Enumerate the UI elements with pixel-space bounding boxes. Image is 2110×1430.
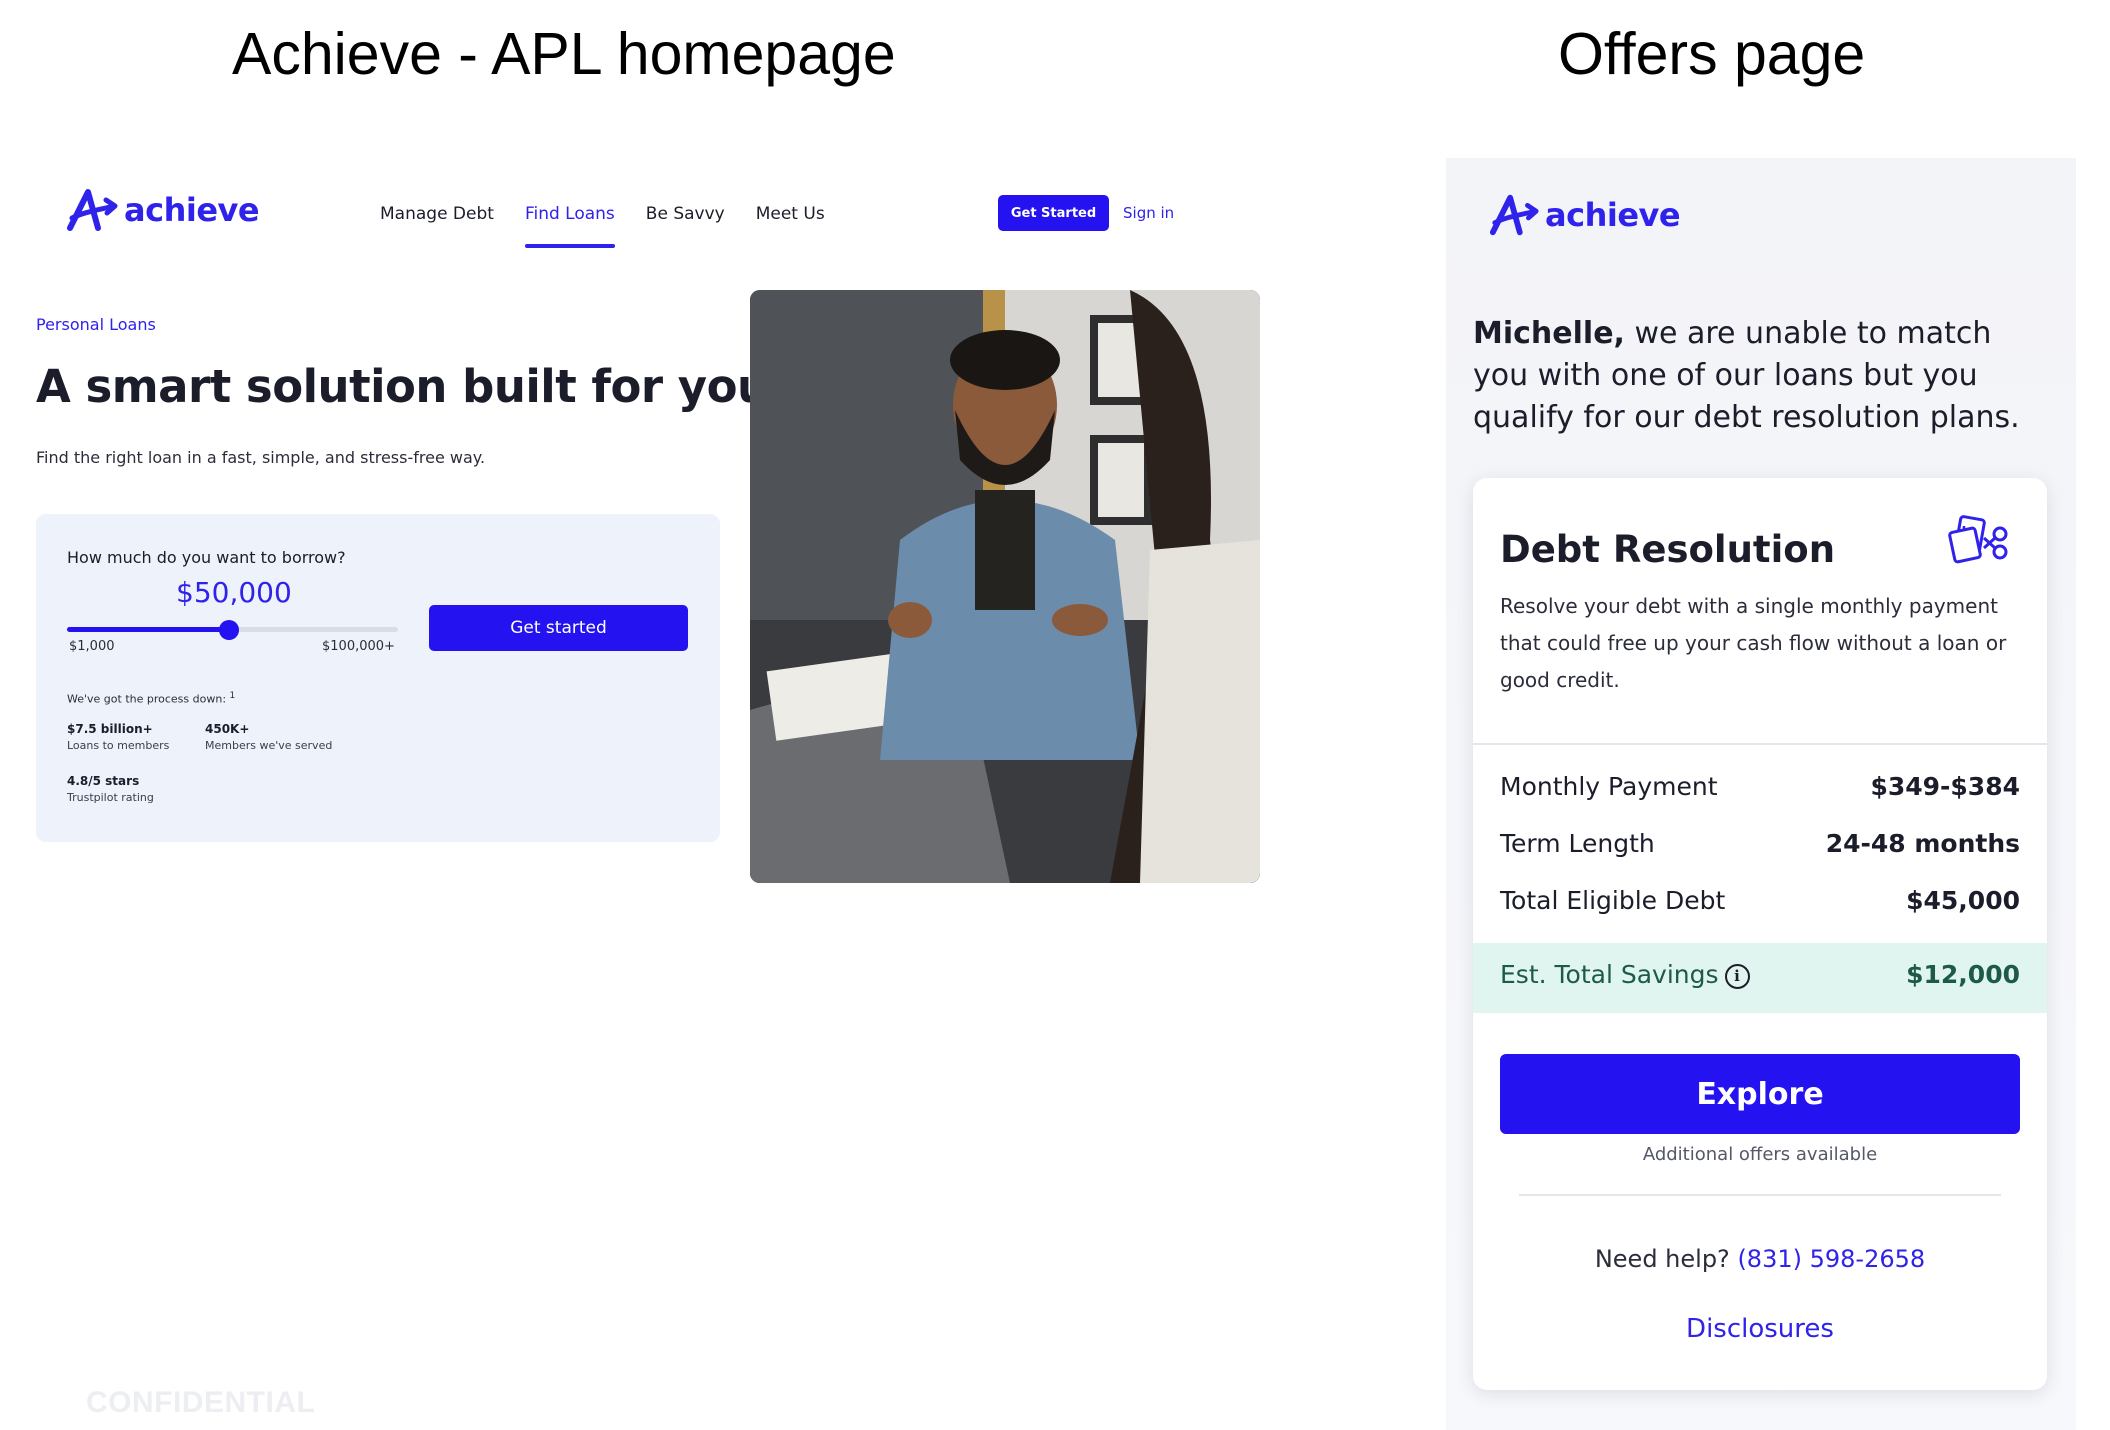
row-monthly-payment: Monthly Payment $349-$384 — [1500, 772, 2020, 808]
row-label: Monthly Payment — [1500, 772, 1718, 801]
footer-divider — [1519, 1194, 2001, 1196]
stat-value: 450K+ — [205, 722, 250, 736]
process-text: We've got the process down: 1 — [67, 691, 235, 706]
stat-loans: $7.5 billion+ Loans to members — [67, 722, 169, 752]
row-total-eligible-debt: Total Eligible Debt $45,000 — [1500, 886, 2020, 922]
sign-in-link[interactable]: Sign in — [1123, 204, 1174, 222]
info-icon[interactable]: i — [1724, 963, 1750, 989]
card-title: Debt Resolution — [1500, 528, 1836, 571]
nav-be-savvy[interactable]: Be Savvy — [646, 204, 725, 230]
main-nav: Manage Debt Find Loans Be Savvy Meet Us — [380, 204, 825, 248]
row-term-length: Term Length 24-48 months — [1500, 829, 2020, 865]
stat-value: 4.8/5 stars — [67, 774, 140, 788]
stat-rating: 4.8/5 stars Trustpilot rating — [67, 774, 154, 804]
process-label: We've got the process down: — [67, 692, 227, 706]
confidential-watermark: CONFIDENTIAL — [86, 1386, 316, 1419]
achieve-logo-icon — [1489, 194, 1539, 236]
debt-resolution-card: Debt Resolution Resolve your debt with a… — [1473, 478, 2047, 1390]
loan-calculator-card: How much do you want to borrow? $50,000 … — [36, 514, 720, 842]
get-started-header-button[interactable]: Get Started — [998, 195, 1109, 231]
row-label: Total Eligible Debt — [1500, 886, 1726, 915]
additional-offers-text: Additional offers available — [1642, 1144, 1878, 1165]
borrow-amount: $50,000 — [176, 576, 292, 609]
process-footnote: 1 — [229, 691, 236, 701]
row-label: Term Length — [1500, 829, 1655, 858]
photo-illustration — [750, 290, 1260, 883]
card-description: Resolve your debt with a single monthly … — [1500, 594, 2007, 692]
row-value: 24-48 months — [1825, 829, 2020, 858]
customer-name: Michelle, — [1473, 316, 1625, 351]
logo-text: achieve — [124, 191, 260, 229]
row-value: $349-$384 — [1870, 772, 2020, 801]
eyebrow-personal-loans: Personal Loans — [36, 315, 156, 334]
logo-text: achieve — [1545, 196, 1681, 234]
offers-achieve-logo[interactable]: achieve — [1489, 193, 1681, 237]
get-started-button[interactable]: Get started — [429, 605, 688, 651]
need-help-label: Need help? — [1594, 1245, 1730, 1273]
hero-subtitle: Find the right loan in a fast, simple, a… — [36, 448, 486, 467]
nav-meet-us[interactable]: Meet Us — [756, 204, 825, 230]
explore-button[interactable]: Explore — [1500, 1054, 2020, 1134]
disclosures-link[interactable]: Disclosures — [1473, 1314, 2047, 1344]
stat-label: Loans to members — [67, 739, 170, 752]
stat-value: $7.5 billion+ — [67, 722, 153, 736]
savings-value: $12,000 — [1906, 960, 2020, 989]
nav-manage-debt[interactable]: Manage Debt — [380, 204, 494, 230]
savings-label-wrap: Est. Total Savings i — [1500, 960, 1750, 989]
savings-row: Est. Total Savings i $12,000 — [1473, 943, 2047, 1013]
borrow-slider[interactable] — [67, 620, 398, 640]
hero-photo — [750, 290, 1260, 883]
slide-title-left: Achieve - APL homepage — [232, 21, 896, 87]
scissors-card-icon — [1948, 512, 2012, 570]
slider-fill — [67, 627, 230, 632]
nav-find-loans[interactable]: Find Loans — [524, 204, 615, 248]
slider-min-label: $1,000 — [69, 639, 115, 654]
achieve-logo-icon — [67, 189, 118, 231]
stat-members: 450K+ Members we've served — [205, 722, 332, 752]
slider-max-label: $100,000+ — [322, 639, 395, 654]
hero-title: A smart solution built for you — [36, 360, 769, 413]
borrow-question: How much do you want to borrow? — [67, 548, 346, 567]
offer-message: Michelle, we are unable to match you wit… — [1473, 313, 2049, 439]
row-value: $45,000 — [1906, 886, 2020, 915]
achieve-logo[interactable]: achieve — [66, 188, 260, 232]
stat-label: Members we've served — [205, 739, 333, 752]
card-divider — [1473, 743, 2047, 745]
stat-label: Trustpilot rating — [67, 791, 154, 804]
slide-title-right: Offers page — [1558, 21, 1866, 87]
phone-link[interactable]: (831) 598-2658 — [1737, 1245, 1925, 1273]
slider-thumb[interactable] — [219, 620, 240, 640]
savings-label: Est. Total Savings — [1500, 960, 1719, 989]
need-help: Need help? (831) 598-2658 — [1473, 1245, 2047, 1273]
